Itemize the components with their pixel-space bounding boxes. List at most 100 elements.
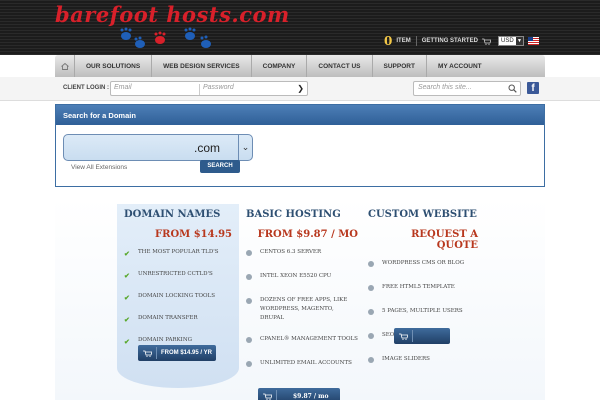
custom-website-price: REQUEST A QUOTE xyxy=(411,229,478,251)
divider xyxy=(415,36,417,46)
domain-names-column: DOMAIN NAMES FROM $14.95 ✔ THE MOST POPUL… xyxy=(124,209,232,358)
chevron-down-icon[interactable]: ⌄ xyxy=(238,135,252,160)
nav-home[interactable] xyxy=(55,55,75,77)
currency-value: USD xyxy=(501,38,514,44)
feature-label: 5 PAGES, MULTIPLE USERS xyxy=(382,308,463,314)
bullet-dot xyxy=(246,250,252,256)
domain-search-title: Search for a Domain xyxy=(56,105,544,125)
basic-hosting-column: BASIC HOSTING FROM $9.87 / MO CENTOS 6.3… xyxy=(246,209,358,383)
bullet-dot xyxy=(246,337,252,343)
view-all-extensions-link[interactable]: View All Extensions xyxy=(71,164,127,171)
check-icon: ✔ xyxy=(124,315,130,324)
site-search-input[interactable]: Search this site... xyxy=(413,81,521,96)
feature-label: CENTOS 6.3 SERVER xyxy=(260,249,322,255)
cart-summary[interactable]: 0 ITEM GETTING STARTED xyxy=(384,34,491,48)
site-logo[interactable]: barefoot hosts.com xyxy=(55,2,290,27)
bullet-dot xyxy=(368,309,374,315)
email-field[interactable]: Email xyxy=(114,84,194,91)
domain-search-button[interactable]: SEARCH xyxy=(200,160,240,173)
custom-website-title: CUSTOM WEBSITE xyxy=(368,209,477,220)
nav-company[interactable]: COMPANY xyxy=(252,55,308,77)
nav-our-solutions[interactable]: OUR SOLUTIONS xyxy=(75,55,153,77)
bullet-icon xyxy=(246,297,254,308)
feature-label: DOMAIN PARKING xyxy=(138,337,193,343)
list-item: WORDPRESS CMS OR BLOG xyxy=(368,259,478,271)
check-icon: ✔ xyxy=(124,337,130,346)
feature-label: INTEL XEON E5520 CPU xyxy=(260,273,332,279)
feature-label: WORDPRESS CMS OR BLOG xyxy=(382,260,465,266)
cart-icon xyxy=(399,333,408,340)
nav-support[interactable]: SUPPORT xyxy=(373,55,427,77)
password-field[interactable]: Password xyxy=(199,84,289,95)
cart-icon xyxy=(263,393,272,400)
bullet-icon xyxy=(368,284,376,295)
nav-contact-us[interactable]: CONTACT US xyxy=(307,55,373,77)
bullet-icon xyxy=(368,356,376,367)
hosting-features-list: CENTOS 6.3 SERVER INTEL XEON E5520 CPU D… xyxy=(246,248,358,371)
search-icon[interactable] xyxy=(508,84,517,93)
domain-buy-button[interactable]: FROM $14.95 / YR xyxy=(138,345,216,361)
list-item: IMAGE SLIDERS xyxy=(368,355,478,367)
bullet-icon xyxy=(246,360,254,371)
list-item: CPANEL® MANAGEMENT TOOLS xyxy=(246,335,358,347)
divider xyxy=(412,330,413,342)
feature-label: IMAGE SLIDERS xyxy=(382,356,430,362)
us-flag-icon[interactable] xyxy=(528,37,539,45)
feature-label: DOMAIN TRANSFER xyxy=(138,315,198,321)
list-item: ✔ THE MOST POPULAR TLD'S xyxy=(124,248,232,258)
domain-features-list: ✔ THE MOST POPULAR TLD'S ✔ UNRESTRICTED CC… xyxy=(124,248,232,346)
domain-search-panel: Search for a Domain .com ⌄ View All Exte… xyxy=(55,104,545,187)
domain-names-title: DOMAIN NAMES xyxy=(124,209,221,220)
bullet-icon xyxy=(246,273,254,284)
check-icon: ✔ xyxy=(124,293,130,302)
list-item: INTEL XEON E5520 CPU xyxy=(246,272,358,284)
home-icon xyxy=(60,62,69,70)
divider xyxy=(156,347,157,359)
getting-started-link[interactable]: GETTING STARTED xyxy=(422,38,478,44)
feature-label: THE MOST POPULAR TLD'S xyxy=(138,249,219,255)
nav-web-design-services[interactable]: WEB DESIGN SERVICES xyxy=(152,55,252,77)
currency-select[interactable]: USD ▼ xyxy=(498,36,524,46)
bullet-dot xyxy=(246,361,252,367)
list-item: FREE HTML5 TEMPLATE xyxy=(368,283,478,295)
bullet-icon xyxy=(246,336,254,347)
list-item: ✔ DOMAIN LOCKING TOOLS xyxy=(124,292,232,302)
chevron-down-icon: ▼ xyxy=(516,37,523,45)
main-nav: OUR SOLUTIONS WEB DESIGN SERVICES COMPAN… xyxy=(55,55,545,77)
check-icon: ✔ xyxy=(124,249,130,258)
list-item: ✔ UNRESTRICTED CCTLD'S xyxy=(124,270,232,280)
bullet-dot xyxy=(368,357,374,363)
bullet-dot xyxy=(246,298,252,304)
domain-search-input[interactable]: .com ⌄ xyxy=(63,134,253,161)
feature-label: DOZENS OF FREE APPS, LIKE WORDPRESS, MAG… xyxy=(260,297,348,321)
bullet-dot xyxy=(368,261,374,267)
basic-hosting-price: FROM $9.87 / MO xyxy=(257,229,358,240)
bullet-icon xyxy=(368,260,376,271)
list-item: DOZENS OF FREE APPS, LIKE WORDPRESS, MAG… xyxy=(246,296,358,323)
hosting-button-label: $9.87 / mo xyxy=(293,392,329,400)
divider xyxy=(276,390,277,400)
cart-count: 0 xyxy=(384,34,393,48)
login-submit-arrow-icon[interactable]: ❯ xyxy=(297,84,304,93)
feature-label: CPANEL® MANAGEMENT TOOLS xyxy=(260,336,358,342)
domain-button-label: FROM $14.95 / YR xyxy=(161,350,212,356)
bullet-icon xyxy=(368,308,376,319)
cart-icon[interactable] xyxy=(481,38,491,45)
login-form: Email Password ❯ xyxy=(110,81,308,96)
list-item: CENTOS 6.3 SERVER xyxy=(246,248,358,260)
footprints-logo-icon xyxy=(120,27,211,48)
custom-quote-button[interactable] xyxy=(394,328,450,344)
feature-label: UNLIMITED EMAIL ACCOUNTS xyxy=(260,360,352,366)
bullet-dot xyxy=(368,285,374,291)
header-bar: barefoot hosts.com 0 ITEM GETTING STARTE… xyxy=(0,0,600,55)
custom-website-column: CUSTOM WEBSITE REQUEST A QUOTE WORDPRESS… xyxy=(368,209,478,379)
bullet-icon xyxy=(246,249,254,260)
cart-item-label: ITEM xyxy=(396,38,411,44)
hosting-buy-button[interactable]: $9.87 / mo xyxy=(258,388,340,400)
facebook-icon[interactable]: f xyxy=(527,82,539,94)
domain-extension-value: .com xyxy=(193,141,220,155)
custom-features-list: WORDPRESS CMS OR BLOG FREE HTML5 TEMPLAT… xyxy=(368,259,478,367)
search-placeholder: Search this site... xyxy=(418,84,472,91)
nav-my-account[interactable]: MY ACCOUNT xyxy=(427,55,493,77)
bullet-dot xyxy=(368,333,374,339)
